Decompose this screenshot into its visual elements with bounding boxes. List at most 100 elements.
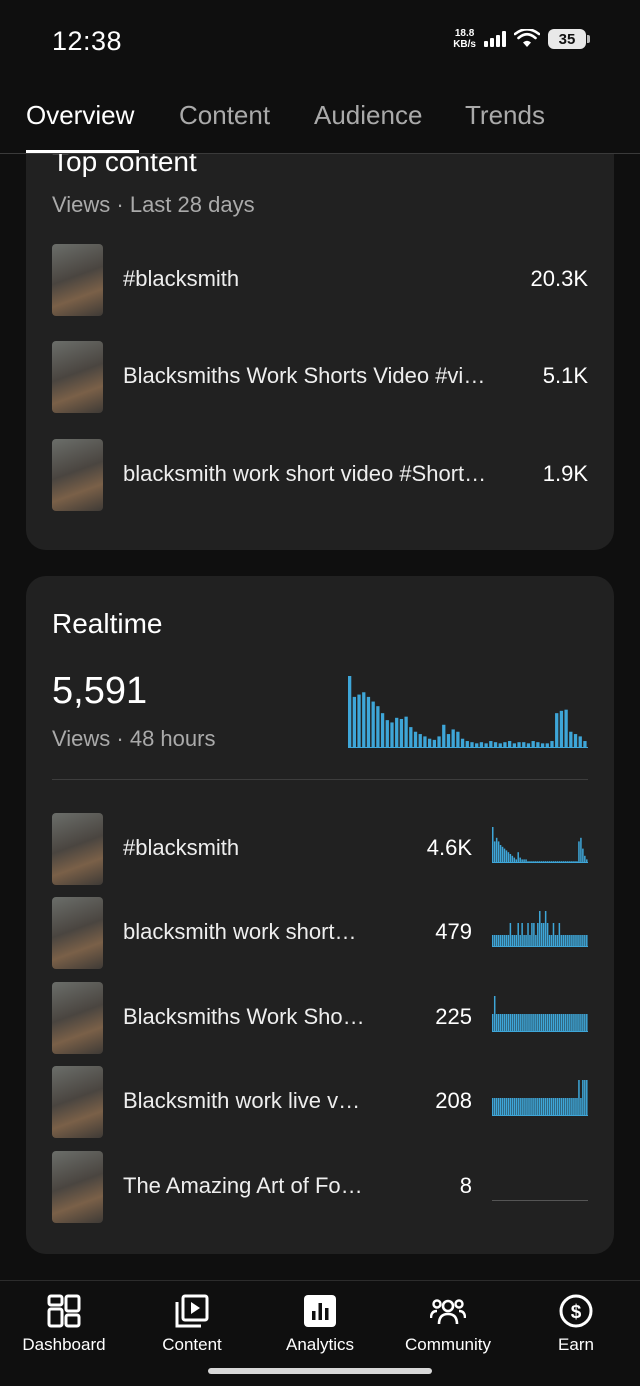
chart-bar (526, 743, 531, 748)
chart-bar (580, 1014, 582, 1032)
chart-bar (529, 1098, 531, 1116)
top-content-row[interactable]: blacksmith work short video #Short… 1.9K (26, 439, 614, 511)
chart-bar (525, 1098, 527, 1116)
video-thumbnail (52, 982, 103, 1054)
realtime-subtitle: Views · 48 hours (52, 726, 216, 751)
tab-overview[interactable]: Overview (26, 100, 134, 131)
realtime-card[interactable]: Realtime 5,591 Views · 48 hours #blacksm… (26, 576, 614, 1254)
chart-bar (404, 716, 408, 748)
tab-content[interactable]: Content (179, 100, 270, 131)
net-speed: 18.8 KB/s (453, 28, 476, 50)
top-content-row[interactable]: #blacksmith 20.3K (26, 244, 614, 316)
chart-bar (539, 1098, 541, 1116)
chart-bar (465, 741, 469, 748)
chart-bar (511, 855, 514, 863)
chart-bar (537, 1098, 539, 1116)
video-title: blacksmith work short video #Short… (123, 461, 487, 486)
nav-content[interactable]: Content (128, 1293, 256, 1355)
chart-bar (385, 720, 389, 748)
chart-bar (499, 935, 502, 947)
chart-bar (556, 1014, 559, 1032)
tab-audience[interactable]: Audience (314, 100, 422, 131)
nav-earn[interactable]: $ Earn (512, 1293, 640, 1355)
earn-icon: $ (559, 1294, 593, 1328)
chart-bar (578, 1080, 580, 1116)
chart-bar (418, 734, 422, 748)
chart-bar (493, 996, 496, 1032)
chart-bar (535, 861, 537, 863)
wifi-icon (514, 29, 540, 47)
video-title: #blacksmith (123, 266, 240, 291)
chart-bar (536, 742, 540, 748)
chart-bar (558, 1014, 561, 1032)
chart-bar (513, 935, 516, 947)
chart-bar (539, 861, 541, 863)
chart-bar (568, 1098, 570, 1116)
chart-bar (564, 709, 568, 748)
realtime-row[interactable]: #blacksmith 4.6K (26, 813, 614, 885)
video-views: 5.1K (542, 363, 588, 388)
chart-bar (456, 731, 460, 748)
chart-bar (550, 1098, 553, 1116)
chart-bar (507, 1098, 510, 1116)
chart-bar (580, 1098, 582, 1116)
chart-bar (550, 935, 553, 947)
realtime-row[interactable]: The Amazing Art of Fo… 8 (26, 1151, 614, 1223)
chart-bar (586, 935, 588, 947)
chart-bar (570, 1098, 572, 1116)
video-thumbnail (52, 1151, 103, 1223)
chart-bar (475, 743, 479, 748)
chart-bar (515, 1098, 518, 1116)
chart-bar (395, 717, 399, 748)
chart-bar (446, 734, 451, 748)
chart-bar (495, 1014, 498, 1032)
chart-bar (556, 935, 559, 947)
nav-community[interactable]: Community (384, 1293, 512, 1355)
chart-bar (484, 743, 488, 748)
chart-bar (509, 1098, 512, 1116)
chart-bar (513, 1014, 516, 1032)
chart-bar (497, 1098, 500, 1116)
chart-bar (576, 935, 578, 947)
chart-bar (535, 1014, 537, 1032)
chart-bar (521, 859, 523, 863)
chart-bar (578, 736, 582, 748)
chart-bar (529, 935, 531, 947)
chart-bar (568, 935, 570, 947)
chart-bar (508, 741, 512, 748)
video-views: 8 (459, 1173, 472, 1198)
video-views: 4.6K (426, 835, 472, 860)
realtime-row[interactable]: Blacksmith work live v… 208 (26, 1066, 614, 1138)
chart-bar (492, 827, 494, 863)
top-content-row[interactable]: Blacksmiths Work Shorts Video #vi… 5.1K (26, 341, 614, 413)
tab-trends[interactable]: Trends (465, 100, 545, 131)
chart-bar (545, 743, 549, 748)
chart-bar (519, 1014, 521, 1032)
video-title: The Amazing Art of Fo… (123, 1173, 363, 1198)
realtime-row[interactable]: Blacksmiths Work Sho… 225 (26, 982, 614, 1054)
chart-bar (544, 1014, 547, 1032)
chart-bar (576, 861, 578, 863)
chart-bar (501, 1098, 504, 1116)
chart-bar (580, 837, 582, 863)
chart-bar (501, 935, 504, 947)
chart-bar (527, 1098, 529, 1116)
nav-dashboard[interactable]: Dashboard (0, 1293, 128, 1355)
chart-bar (525, 859, 527, 863)
chart-bar (552, 861, 555, 863)
chart-bar (519, 935, 521, 947)
chart-bar (531, 741, 535, 748)
nav-analytics[interactable]: Analytics (256, 1293, 384, 1355)
chart-bar (574, 1014, 576, 1032)
chart-bar (542, 1098, 545, 1116)
chart-bar (578, 935, 580, 947)
chart-bar (562, 1014, 565, 1032)
video-title: blacksmith work short… (123, 919, 357, 944)
chart-bar (493, 742, 498, 748)
chart-bar (550, 741, 554, 748)
realtime-row[interactable]: blacksmith work short… 479 (26, 897, 614, 969)
chart-bar (560, 861, 563, 863)
chart-bar (584, 1080, 586, 1116)
chart-bar (515, 935, 518, 947)
chart-bar (586, 1080, 588, 1116)
